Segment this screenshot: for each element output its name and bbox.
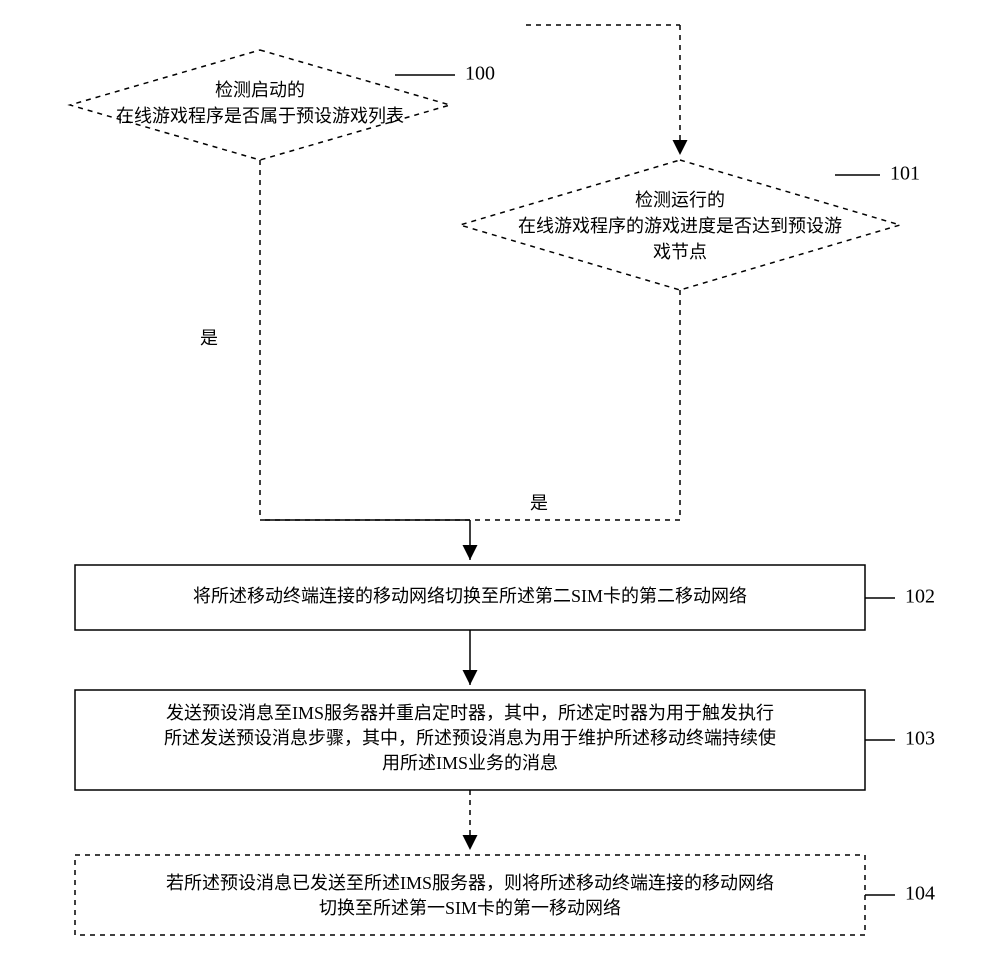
step-number-100: 100 — [465, 63, 495, 85]
step-number-104: 104 — [905, 883, 935, 905]
process-102-line1: 将所述移动终端连接的移动网络切换至所述第二SIM卡的第二移动网络 — [193, 586, 747, 606]
process-104: 若所述预设消息已发送至所述IMS服务器，则将所述移动终端连接的移动网络 切换至所… — [75, 855, 865, 935]
process-104-line2: 切换至所述第一SIM卡的第一移动网络 — [319, 898, 621, 918]
decision-101-line3: 戏节点 — [653, 242, 707, 262]
flowchart: 检测启动的 在线游戏程序是否属于预设游戏列表 100 检测运行的 在线游戏程序的… — [0, 0, 1000, 973]
decision-100: 检测启动的 在线游戏程序是否属于预设游戏列表 — [70, 50, 450, 160]
process-103-line1: 发送预设消息至IMS服务器并重启定时器，其中，所述定时器为用于触发执行 — [166, 703, 774, 723]
yes-label-101: 是 — [530, 493, 548, 513]
decision-101: 检测运行的 在线游戏程序的游戏进度是否达到预设游 戏节点 — [460, 160, 900, 290]
process-102: 将所述移动终端连接的移动网络切换至所述第二SIM卡的第二移动网络 — [75, 565, 865, 630]
yes-label-100: 是 — [200, 328, 218, 348]
step-number-103: 103 — [905, 728, 935, 750]
decision-100-line1: 检测启动的 — [215, 80, 305, 100]
process-103: 发送预设消息至IMS服务器并重启定时器，其中，所述定时器为用于触发执行 所述发送… — [75, 690, 865, 790]
step-number-102: 102 — [905, 586, 935, 608]
decision-101-line2: 在线游戏程序的游戏进度是否达到预设游 — [518, 216, 842, 236]
process-104-line1: 若所述预设消息已发送至所述IMS服务器，则将所述移动终端连接的移动网络 — [166, 873, 774, 893]
process-103-line3: 用所述IMS业务的消息 — [382, 753, 558, 773]
decision-101-line1: 检测运行的 — [635, 190, 725, 210]
process-103-line2: 所述发送预设消息步骤，其中，所述预设消息为用于维护所述移动终端持续使 — [164, 728, 776, 748]
step-number-101: 101 — [890, 163, 920, 185]
decision-100-line2: 在线游戏程序是否属于预设游戏列表 — [116, 106, 404, 126]
